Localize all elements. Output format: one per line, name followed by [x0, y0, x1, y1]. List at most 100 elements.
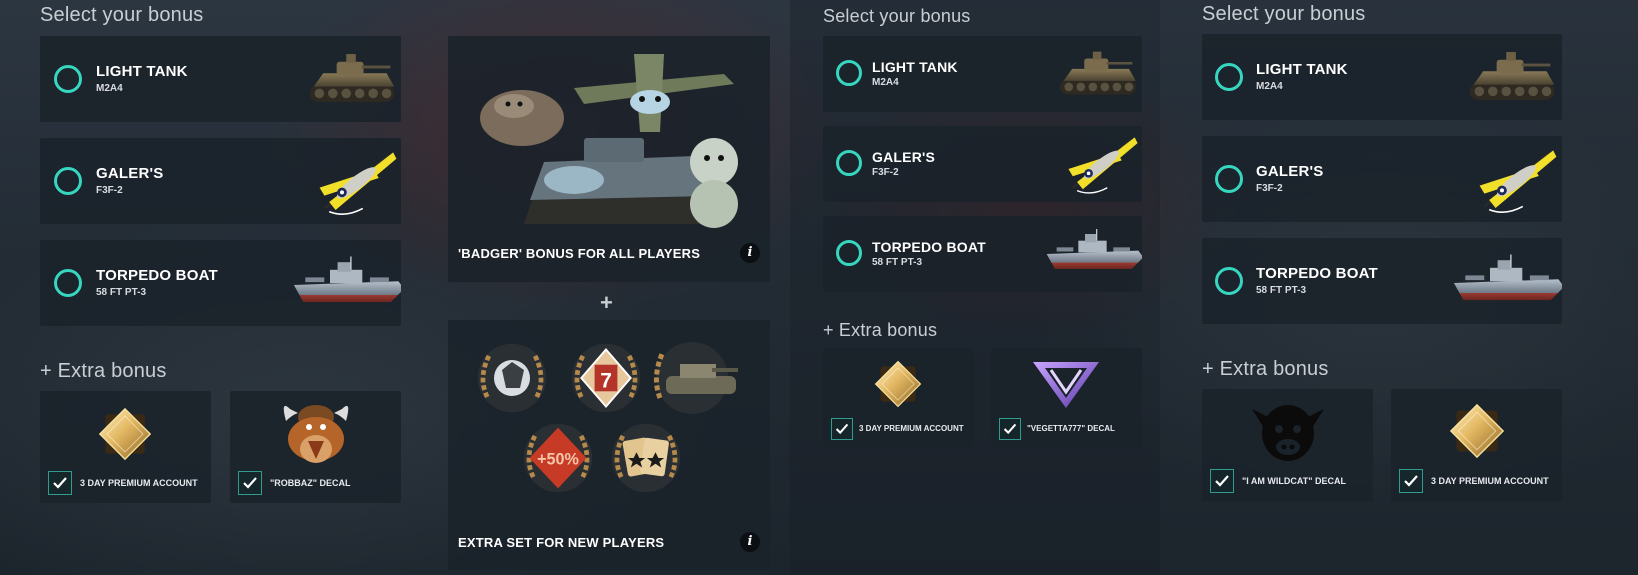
radio-button[interactable] [54, 65, 82, 93]
extra-bonus-premium: 3 DAY PREMIUM ACCOUNT [1391, 389, 1562, 501]
checkmark-icon [835, 423, 849, 435]
section-title: Select your bonus [40, 4, 204, 26]
vehicle-option-galers[interactable]: GALER'S F3F-2 [823, 126, 1142, 202]
vehicle-model: F3F-2 [1256, 183, 1283, 194]
plus-sign: + [600, 290, 613, 315]
extra-set-card: 7 +50% EXTRA SET FOR NEW PLAYERS i [448, 320, 770, 570]
checkbox-checked[interactable] [238, 471, 262, 495]
extra-bonus-robbaz-decal: "ROBBAZ" DECAL [230, 391, 401, 503]
extra-bonus-premium: 3 DAY PREMIUM ACCOUNT [823, 348, 974, 448]
extra-bonus-label: 3 DAY PREMIUM ACCOUNT [1431, 476, 1549, 486]
badger-bonus-label: 'BADGER' BONUS FOR ALL PLAYERS [458, 246, 701, 261]
vehicle-name: GALER'S [1256, 163, 1324, 180]
premium-diamond-icon [98, 407, 152, 461]
vegetta-decal-icon [1033, 362, 1099, 408]
vehicle-option-torpedo-boat[interactable]: TORPEDO BOAT 58 FT PT-3 [823, 216, 1142, 292]
extra-bonus-title: + Extra bonus [40, 360, 167, 382]
vehicle-option-light-tank[interactable]: LIGHT TANK M2A4 [823, 36, 1142, 112]
radio-button[interactable] [54, 269, 82, 297]
extra-bonus-title: + Extra bonus [1202, 358, 1329, 380]
vehicle-option-galers[interactable]: GALER'S F3F-2 [40, 138, 401, 224]
vehicle-model: 58 FT PT-3 [1256, 285, 1307, 296]
bonus-panel-3: Select your bonus LIGHT TANK M2A4 GALER'… [790, 0, 1160, 575]
vehicle-name: GALER'S [96, 165, 164, 182]
vehicle-option-light-tank[interactable]: LIGHT TANK M2A4 [1202, 34, 1562, 120]
badger-bonus-image [480, 54, 738, 228]
biplane-icon [1067, 128, 1139, 200]
extra-bonus-title: + Extra bonus [823, 320, 938, 340]
section-title: Select your bonus [823, 6, 971, 26]
info-icon[interactable]: i [740, 532, 760, 552]
checkmark-icon [1404, 475, 1418, 487]
wildcat-decal-icon [1252, 405, 1324, 461]
cards-badge-icon [608, 420, 684, 496]
checkmark-icon [1215, 475, 1229, 487]
checkmark-icon [53, 477, 67, 489]
checkbox-checked[interactable] [1399, 469, 1423, 493]
plus-50-text: +50% [537, 451, 579, 469]
extra-bonus-label: "VEGETTA777" DECAL [1027, 424, 1115, 433]
vehicle-option-torpedo-boat[interactable]: TORPEDO BOAT 58 FT PT-3 [1202, 238, 1562, 324]
vehicle-model: 58 FT PT-3 [96, 287, 147, 298]
vehicle-model: F3F-2 [872, 167, 899, 178]
light-tank-icon [1055, 42, 1141, 106]
light-tank-icon [304, 44, 400, 114]
vehicle-model: M2A4 [872, 77, 899, 88]
lion-emblem-icon [474, 340, 550, 416]
badger-bonus-card: 'BADGER' BONUS FOR ALL PLAYERS i [448, 36, 770, 282]
vehicle-model: F3F-2 [96, 185, 123, 196]
vehicle-name: LIGHT TANK [872, 59, 958, 75]
checkbox-checked[interactable] [999, 418, 1021, 440]
vehicle-option-galers[interactable]: GALER'S F3F-2 [1202, 136, 1562, 222]
vehicle-option-torpedo-boat[interactable]: TORPEDO BOAT 58 FT PT-3 [40, 240, 401, 326]
vehicle-name: LIGHT TANK [1256, 61, 1348, 78]
radio-button[interactable] [1215, 165, 1243, 193]
checkbox-checked[interactable] [48, 471, 72, 495]
extra-bonus-premium: 3 DAY PREMIUM ACCOUNT [40, 391, 211, 503]
vehicle-name: TORPEDO BOAT [872, 239, 986, 255]
radio-button[interactable] [836, 150, 862, 176]
biplane-icon [1478, 140, 1558, 220]
vehicle-model: M2A4 [96, 83, 123, 94]
biplane-icon [318, 142, 398, 222]
extra-bonus-wildcat-decal: "I AM WILDCAT" DECAL [1202, 389, 1373, 501]
vehicle-model: M2A4 [1256, 81, 1283, 92]
extra-bonus-label: "ROBBAZ" DECAL [270, 478, 351, 488]
vehicle-name: GALER'S [872, 149, 936, 165]
vehicle-name: LIGHT TANK [96, 63, 188, 80]
vehicle-name: TORPEDO BOAT [96, 267, 218, 284]
radio-button[interactable] [836, 240, 862, 266]
radio-button[interactable] [1215, 63, 1243, 91]
bonus-panel-1: Select your bonus LIGHT TANK M2A4 GALER'… [0, 0, 415, 575]
rank-7-text: 7 [600, 370, 612, 393]
radio-button[interactable] [1215, 267, 1243, 295]
plus-50-percent-badge-icon: +50% [520, 420, 596, 496]
checkbox-checked[interactable] [831, 418, 853, 440]
vehicle-name: TORPEDO BOAT [1256, 265, 1378, 282]
premium-diamond-icon [1449, 403, 1505, 459]
extra-set-label: EXTRA SET FOR NEW PLAYERS [458, 535, 665, 550]
torpedo-boat-icon [1452, 248, 1562, 318]
bonus-panel-4: Select your bonus LIGHT TANK M2A4 GALER'… [1160, 0, 1638, 575]
section-title: Select your bonus [1202, 3, 1366, 25]
torpedo-boat-icon [292, 250, 401, 320]
bonus-panel-2: 'BADGER' BONUS FOR ALL PLAYERS i + 7 +50… [420, 0, 780, 575]
checkmark-icon [1003, 423, 1017, 435]
extra-bonus-label: 3 DAY PREMIUM ACCOUNT [859, 424, 964, 433]
robbaz-decal-icon [283, 405, 349, 463]
extra-bonus-label: "I AM WILDCAT" DECAL [1242, 476, 1347, 486]
tank-crew-icon [654, 342, 738, 414]
radio-button[interactable] [54, 167, 82, 195]
rank-7-badge-icon: 7 [568, 340, 644, 416]
radio-button[interactable] [836, 60, 862, 86]
checkbox-checked[interactable] [1210, 469, 1234, 493]
extra-bonus-vegetta-decal: "VEGETTA777" DECAL [991, 348, 1142, 448]
premium-diamond-icon [874, 360, 922, 408]
torpedo-boat-icon [1045, 222, 1142, 286]
vehicle-model: 58 FT PT-3 [872, 257, 923, 268]
light-tank-icon [1464, 42, 1560, 112]
info-icon[interactable]: i [740, 243, 760, 263]
checkmark-icon [243, 477, 257, 489]
vehicle-option-light-tank[interactable]: LIGHT TANK M2A4 [40, 36, 401, 122]
extra-bonus-label: 3 DAY PREMIUM ACCOUNT [80, 478, 198, 488]
